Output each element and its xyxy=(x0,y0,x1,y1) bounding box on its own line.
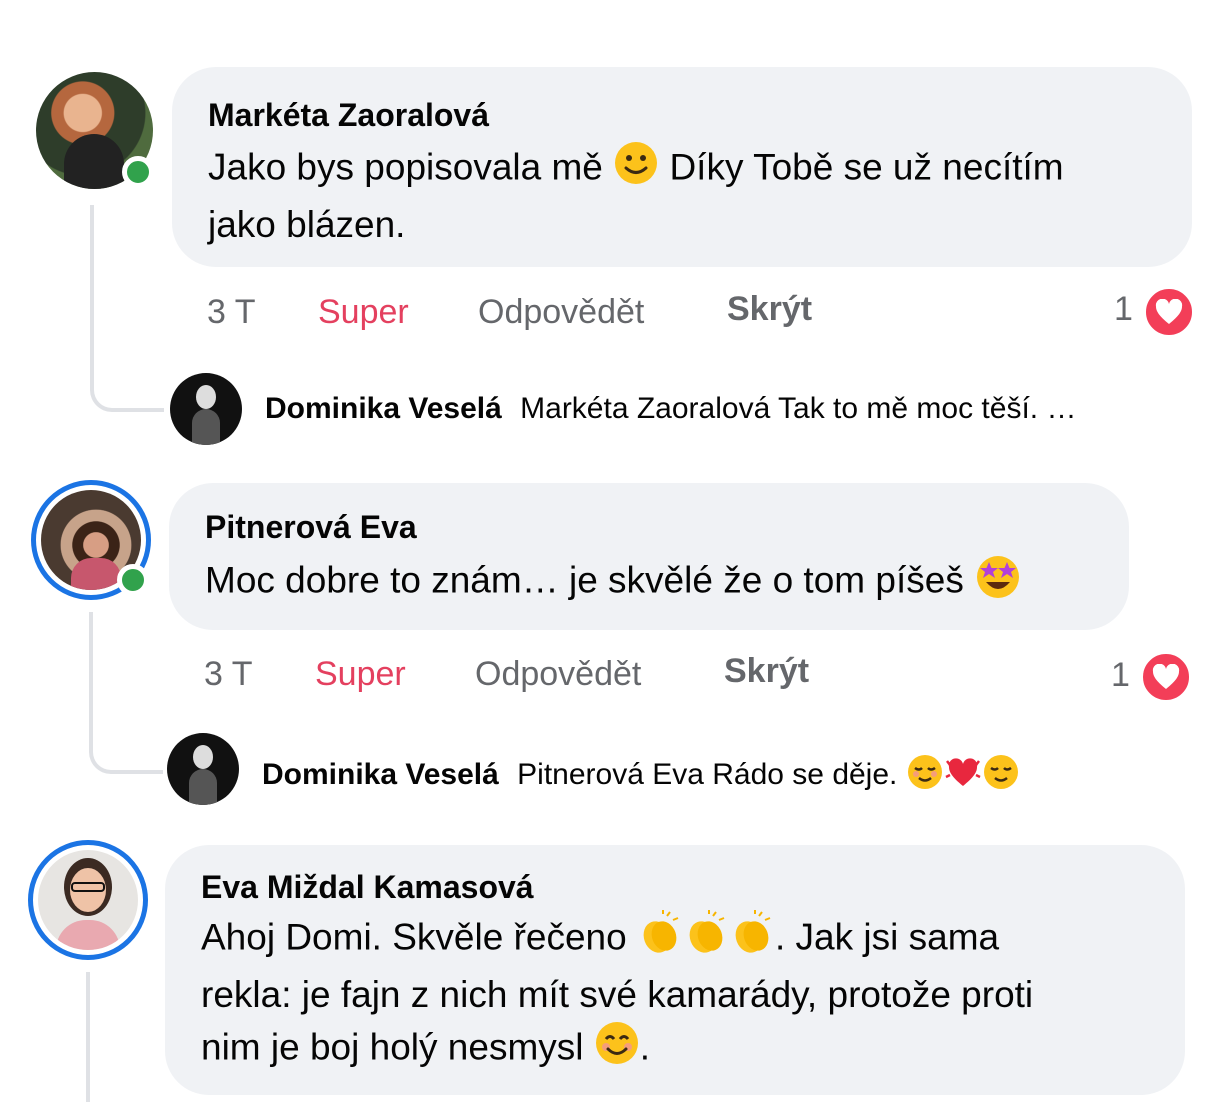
avatar-figure xyxy=(56,920,120,950)
beating-heart-icon xyxy=(944,753,982,799)
avatar[interactable] xyxy=(38,850,138,950)
smiling-face-with-smiling-eyes-icon xyxy=(594,1020,640,1079)
comment-text-part: nim je boj holý nesmysl xyxy=(201,1026,584,1068)
clapping-hands-icon xyxy=(637,910,683,969)
avatar-figure xyxy=(193,745,213,769)
thread-connector-line xyxy=(86,972,94,1102)
comment-text-part: rekla: je fajn z nich mít své kamarády, … xyxy=(201,974,1034,1015)
reply-button[interactable]: Odpovědět xyxy=(478,293,644,332)
super-reaction-button[interactable]: Super xyxy=(318,293,409,332)
reply-preview[interactable]: Dominika Veselá Pitnerová Eva Rádo se dě… xyxy=(262,753,1020,799)
heart-icon[interactable] xyxy=(1140,651,1192,703)
comment-text-part: . Jak jsi sama xyxy=(774,916,1000,958)
avatar-figure xyxy=(71,882,105,892)
reply-author[interactable]: Dominika Veselá xyxy=(262,758,499,791)
reply-preview[interactable]: Dominika Veselá Markéta Zaoralová Tak to… xyxy=(265,392,1076,426)
comment-time: 3 T xyxy=(207,293,256,331)
super-reaction-button[interactable]: Super xyxy=(315,655,406,694)
comment-text-part: Díky Tobě se už necítím xyxy=(669,146,1064,188)
comment-text: Jako bys popisovala mě Díky Tobě se už n… xyxy=(208,140,1192,250)
reply-text: Markéta Zaoralová Tak to mě moc těší. … xyxy=(520,392,1077,425)
comment-text-part: jako blázen. xyxy=(208,204,406,245)
hide-button[interactable]: Skrýt xyxy=(727,290,812,329)
avatar-figure xyxy=(189,769,217,805)
reaction-count[interactable]: 1 xyxy=(1114,290,1133,329)
reply-button[interactable]: Odpovědět xyxy=(475,655,641,694)
hide-button[interactable]: Skrýt xyxy=(724,652,809,691)
comment-text-part: Jako bys popisovala mě xyxy=(208,146,603,188)
comment-author[interactable]: Markéta Zaoralová xyxy=(208,97,1192,134)
comment-bubble: Markéta Zaoralová Jako bys popisovala mě… xyxy=(172,67,1192,267)
comment-text-part: Ahoj Domi. Skvěle řečeno xyxy=(201,916,627,958)
thread-connector-line xyxy=(89,612,163,774)
slightly-smiling-face-icon xyxy=(613,140,659,199)
heart-icon[interactable] xyxy=(1143,286,1195,338)
comment-time: 3 T xyxy=(204,655,253,693)
comment-bubble: Pitnerová Eva Moc dobre to znám… je skvě… xyxy=(169,483,1129,630)
comment-text-part: Moc dobre to znám… je skvělé že o tom pí… xyxy=(205,559,964,601)
relieved-face-icon xyxy=(982,753,1020,799)
avatar-figure xyxy=(192,409,220,445)
comment-bubble: Eva Miždal Kamasová Ahoj Domi. Skvěle ře… xyxy=(165,845,1185,1095)
online-status-indicator xyxy=(122,156,154,188)
comment-text-part: . xyxy=(639,1026,651,1068)
clapping-hands-icon xyxy=(729,910,775,969)
avatar-figure xyxy=(64,134,124,189)
thread-connector-line xyxy=(90,205,164,412)
clapping-hands-icon xyxy=(683,910,729,969)
reaction-count[interactable]: 1 xyxy=(1111,656,1130,695)
avatar[interactable] xyxy=(170,373,242,445)
comment-author[interactable]: Pitnerová Eva xyxy=(205,509,1129,546)
comment-author[interactable]: Eva Miždal Kamasová xyxy=(201,869,1185,906)
reply-text: Pitnerová Eva Rádo se děje. xyxy=(517,757,898,791)
avatar-figure xyxy=(71,558,121,590)
comment-text: Moc dobre to znám… je skvělé že o tom pí… xyxy=(205,552,1129,613)
comment-text: Ahoj Domi. Skvěle řečeno . Jak jsi sama … xyxy=(201,910,1185,1079)
star-struck-icon xyxy=(974,552,1022,613)
avatar-figure xyxy=(196,385,216,409)
online-status-indicator xyxy=(117,564,149,596)
relieved-face-icon xyxy=(906,753,944,799)
reply-author[interactable]: Dominika Veselá xyxy=(265,392,502,425)
avatar[interactable] xyxy=(167,733,239,805)
